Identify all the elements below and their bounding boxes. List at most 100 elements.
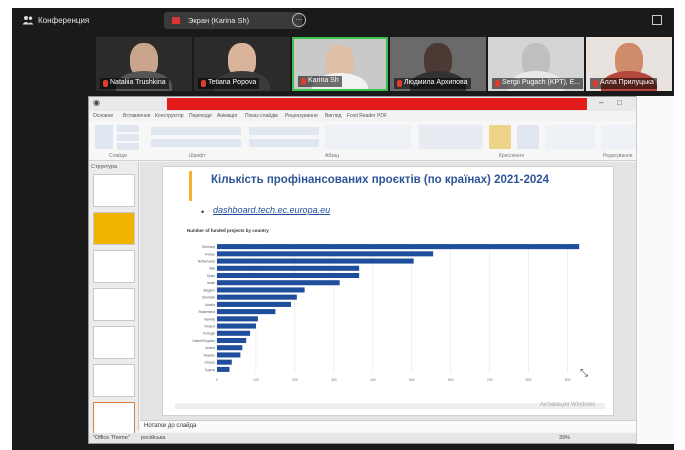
current-slide[interactable]: Кількість профінансованих проєктів (по к… — [162, 166, 614, 416]
participant-tile-active[interactable]: Karina Sh — [292, 37, 388, 91]
outline-tab[interactable]: Структура — [91, 164, 117, 170]
slide-thumbnail[interactable] — [93, 326, 135, 359]
category-label: Ireland — [205, 346, 215, 350]
bar — [217, 244, 580, 250]
layout-button[interactable] — [117, 125, 139, 132]
slide-thumbnails-pane: Структура — [89, 162, 139, 435]
category-label: Cyprus — [205, 368, 216, 372]
participant-tile[interactable]: Алла Прилуцька — [586, 37, 672, 91]
tab-transitions[interactable]: Переходи — [189, 113, 212, 119]
bar — [217, 272, 360, 279]
x-tick-label: 500 — [409, 378, 415, 382]
shapes-gallery[interactable] — [419, 125, 483, 149]
tab-review[interactable]: Рецензування — [285, 113, 318, 119]
mic-muted-icon — [495, 80, 500, 87]
category-label: France — [205, 252, 215, 256]
tab-slideshow[interactable]: Показ слайдів — [245, 113, 278, 119]
bar — [217, 352, 241, 358]
font-format-buttons[interactable] — [151, 139, 241, 147]
reset-button[interactable] — [117, 134, 139, 141]
bar — [217, 280, 340, 286]
participant-name: Алла Прилуцька — [600, 79, 654, 86]
tab-view[interactable]: Вигляд — [325, 113, 341, 119]
zoom-top-bar: Конференция Экран (Karina Sh) ··· — [12, 8, 674, 34]
x-tick-label: 100 — [253, 378, 259, 382]
screen-share-pill[interactable]: Экран (Karina Sh) — [164, 12, 302, 29]
bar — [217, 337, 247, 344]
section-button[interactable] — [117, 143, 139, 150]
bar — [217, 366, 230, 372]
more-options-icon[interactable]: ··· — [292, 13, 306, 27]
group-label-font: Шрифт — [189, 153, 206, 159]
category-label: Sweden — [203, 353, 215, 357]
tab-animations[interactable]: Анімація — [217, 113, 237, 119]
minimize-icon[interactable]: – — [599, 98, 603, 107]
arrange-button[interactable] — [489, 125, 511, 149]
slide-link[interactable]: dashboard.tech.ec.europa.eu — [213, 205, 330, 215]
slide-thumbnail[interactable] — [93, 250, 135, 283]
bar — [217, 301, 291, 307]
category-label: Denmark — [202, 296, 215, 300]
participant-tile[interactable]: Sergii Pugach (KPT), E... — [488, 37, 584, 91]
zoom-level[interactable]: 39% — [559, 435, 570, 441]
bar — [217, 287, 305, 293]
share-icon — [172, 17, 180, 24]
category-label: Israel — [207, 281, 215, 285]
bar — [217, 294, 297, 300]
x-tick-label: 400 — [370, 378, 376, 382]
chart: Number of funded projects by country 0 100… — [183, 223, 603, 399]
participant-tile[interactable]: Людмила Архипова — [390, 37, 486, 91]
shape-format-group[interactable] — [545, 125, 595, 149]
fullscreen-icon[interactable] — [652, 15, 662, 25]
windows-activation-watermark: Активация Windows — [540, 402, 596, 408]
x-tick-label: 0 — [216, 378, 218, 382]
language-indicator[interactable]: російська — [141, 435, 165, 441]
ribbon: Слайди Шрифт Абзац Креслення Редагування — [89, 121, 661, 161]
tab-home[interactable]: Основне — [93, 113, 113, 119]
status-bar: "Office Theme" російська 39% — [89, 433, 661, 443]
ppt-title-bar: ◉ – □ ✕ — [89, 97, 661, 111]
slide-title: Кількість профінансованих проєктів (по к… — [211, 174, 550, 186]
new-slide-button[interactable] — [95, 125, 113, 149]
category-label: Italy — [209, 267, 215, 271]
category-label: United Kingdom — [192, 339, 215, 343]
bar — [217, 309, 276, 315]
slide-thumbnail[interactable] — [93, 364, 135, 397]
cursor-icon: ⤡ — [580, 368, 588, 379]
right-side-panel — [636, 96, 674, 444]
participant-tile[interactable]: Nataliia Trushkina — [96, 37, 192, 91]
slide-thumbnail[interactable] — [93, 212, 135, 245]
bar — [217, 330, 251, 336]
participant-name: Sergii Pugach (KPT), E... — [502, 79, 581, 86]
x-tick-label: 800 — [526, 378, 532, 382]
title-accent-bar — [189, 171, 192, 201]
maximize-icon[interactable]: □ — [617, 98, 622, 107]
tab-design[interactable]: Конструктор — [155, 113, 184, 119]
text-direction-group[interactable] — [325, 125, 411, 149]
ribbon-tabs: Основне Вставлення Конструктор Переходи … — [89, 111, 661, 121]
font-select[interactable] — [151, 127, 241, 135]
quick-styles-button[interactable] — [517, 125, 539, 149]
title-bar-highlight — [167, 98, 587, 110]
bar — [217, 323, 256, 329]
participant-name: Tetiana Popova — [208, 79, 257, 86]
mic-muted-icon — [593, 80, 598, 87]
tab-foxit[interactable]: Foxit Reader PDF — [347, 113, 387, 119]
slide-thumbnail[interactable] — [93, 288, 135, 321]
share-label: Экран (Karina Sh) — [188, 16, 250, 25]
paragraph-buttons[interactable] — [249, 127, 319, 135]
slide-thumbnail-selected[interactable] — [93, 402, 135, 435]
participants-icon[interactable] — [22, 15, 34, 25]
alignment-buttons[interactable] — [249, 139, 319, 147]
notes-label: Нотатки до слайда — [144, 423, 197, 429]
mic-muted-icon — [103, 80, 108, 87]
participant-tile[interactable]: Tetiana Popova — [194, 37, 290, 91]
bar — [217, 359, 232, 365]
bar — [217, 258, 414, 264]
bar — [217, 265, 360, 271]
mic-muted-icon — [397, 80, 402, 87]
category-label: Germany — [202, 245, 216, 249]
tab-insert[interactable]: Вставлення — [123, 113, 150, 119]
slide-thumbnail[interactable] — [93, 174, 135, 207]
notes-pane[interactable]: Нотатки до слайда — [140, 420, 661, 432]
